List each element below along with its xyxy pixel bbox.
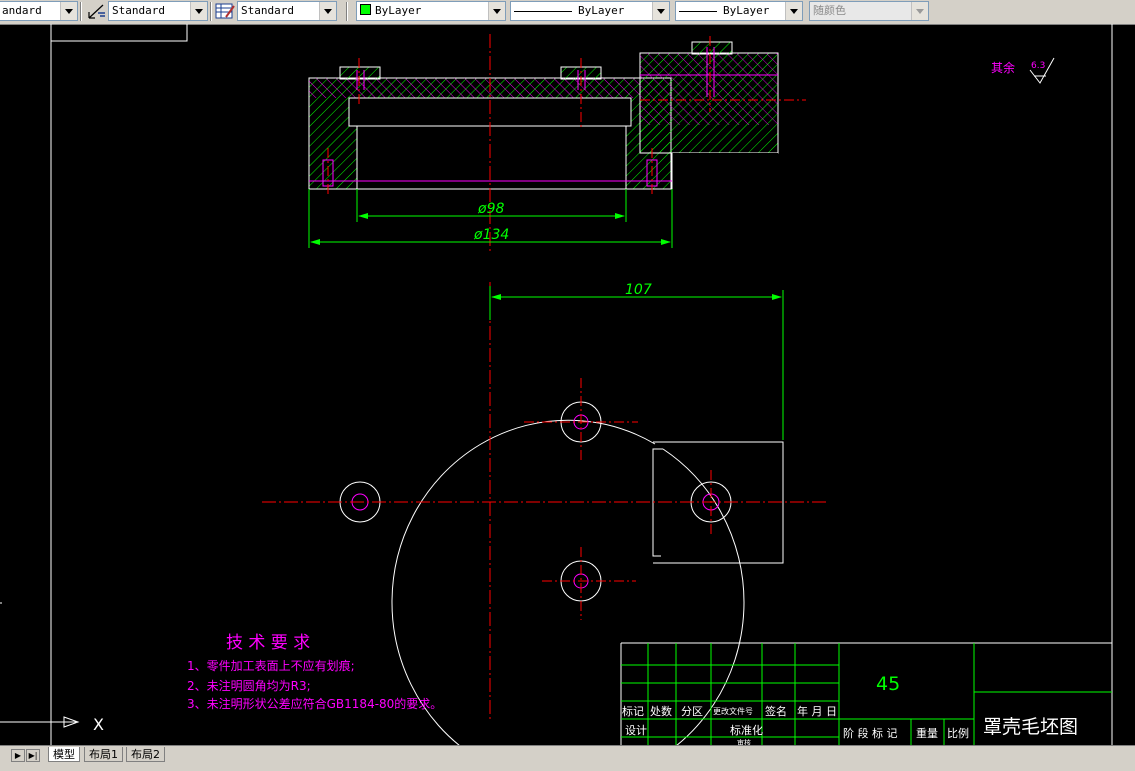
- tab-model[interactable]: 模型: [48, 747, 80, 762]
- label-mark: 标记: [622, 704, 644, 718]
- toolbar-separator: [210, 2, 212, 21]
- dim-134-text: ø134: [473, 227, 509, 243]
- lineweight-preview-icon: [679, 10, 717, 12]
- dimension-107: 107: [489, 282, 784, 440]
- dimension-style-value: Standard: [112, 4, 165, 17]
- label-check: 审核: [737, 738, 751, 745]
- label-date: 年 月 日: [797, 704, 837, 718]
- label-change-doc: 更改文件号: [713, 706, 753, 716]
- tech-req-item-3: 3、未注明形状公差应符合GB1184-80的要求。: [187, 696, 442, 711]
- tech-req-item-2: 2、未注明圆角均为R3;: [187, 678, 311, 693]
- dim-107-text: 107: [625, 282, 652, 298]
- label-scale: 比例: [947, 726, 969, 740]
- table-style-value: Standard: [241, 4, 294, 17]
- boss-right: [691, 41, 733, 55]
- chevron-down-icon[interactable]: [652, 2, 669, 20]
- label-sign: 签名: [765, 704, 787, 718]
- plot-style-dropdown: 随颜色: [809, 1, 929, 21]
- material-text: 45: [876, 673, 900, 695]
- plot-style-value: 随颜色: [813, 4, 846, 17]
- color-swatch-icon: [360, 4, 371, 15]
- section-view: [308, 34, 806, 252]
- label-design: 设计: [625, 724, 647, 737]
- toolbar-separator: [346, 2, 348, 21]
- color-dropdown[interactable]: ByLayer: [356, 1, 506, 21]
- ucs-axis-icon: [0, 716, 80, 728]
- text-style-value: andard: [2, 4, 42, 17]
- title-area-frame: [51, 24, 188, 42]
- chevron-down-icon[interactable]: [488, 2, 505, 20]
- label-stage-mark: 阶 段 标 记: [843, 726, 898, 740]
- tab-layout1[interactable]: 布局1: [84, 747, 123, 762]
- surface-roughness-note: 其余 6.3: [991, 57, 1055, 84]
- part-name-text: 罩壳毛坯图: [983, 716, 1078, 738]
- properties-toolbar: andard Standard Standard ByLayer ByLayer…: [0, 0, 1135, 25]
- chevron-down-icon[interactable]: [60, 2, 77, 20]
- dimension-style-dropdown[interactable]: Standard: [108, 1, 208, 21]
- tech-req-item-1: 1、零件加工表面上不应有划痕;: [187, 658, 355, 673]
- tab-last-icon[interactable]: ▶|: [26, 749, 40, 762]
- outline-circle: [391, 419, 745, 745]
- tab-layout2[interactable]: 布局2: [126, 747, 165, 762]
- tab-next-icon[interactable]: ▶: [11, 749, 25, 762]
- step-cutout: [672, 153, 778, 189]
- ucs-x-label: X: [93, 715, 104, 734]
- label-count: 处数: [650, 705, 672, 718]
- toolbar-separator: [80, 2, 82, 21]
- ucs-icon: X: [0, 715, 104, 734]
- plan-view: [262, 282, 826, 745]
- technical-requirements: 技 术 要 求 1、零件加工表面上不应有划痕; 2、未注明圆角均为R3; 3、未…: [187, 633, 442, 711]
- lineweight-dropdown[interactable]: ByLayer: [675, 1, 803, 21]
- chevron-down-icon[interactable]: [785, 2, 802, 20]
- table-style-dropdown[interactable]: Standard: [237, 1, 337, 21]
- linetype-value: ByLayer: [578, 4, 625, 17]
- label-standardize: 标准化: [730, 723, 763, 737]
- linetype-preview-icon: [514, 10, 572, 12]
- label-weight: 重量: [916, 726, 938, 740]
- roughness-label: 其余: [991, 60, 1015, 75]
- tech-req-title: 技 术 要 求: [226, 633, 310, 653]
- layout-tab-bar: ▶ ▶| 模型 布局1 布局2: [0, 745, 1135, 771]
- right-block-cross-hatch: [640, 53, 778, 125]
- hole-centerlines-plan: [524, 378, 712, 620]
- title-block: 标记 处数 分区 更改文件号 签名 年 月 日 设计 标准化 审核 阶 段 标 …: [620, 642, 1112, 745]
- roughness-value: 6.3: [1031, 61, 1045, 71]
- label-zone: 分区: [681, 705, 703, 718]
- table-style-icon[interactable]: [214, 1, 236, 21]
- color-value: ByLayer: [375, 4, 422, 17]
- text-style-dropdown[interactable]: andard: [0, 1, 78, 21]
- drawing-canvas[interactable]: ø98 ø134 其余 6.3 107 技 术 要 求 1、零件加工表面上不应有…: [0, 24, 1135, 745]
- dim-98-text: ø98: [477, 201, 504, 217]
- dim-107-extension: [489, 286, 784, 440]
- chevron-down-icon[interactable]: [319, 2, 336, 20]
- chevron-down-icon[interactable]: [190, 2, 207, 20]
- chevron-down-icon: [911, 2, 928, 20]
- lineweight-value: ByLayer: [723, 4, 770, 17]
- linetype-dropdown[interactable]: ByLayer: [510, 1, 670, 21]
- boss-left: [339, 66, 381, 80]
- dimension-style-icon[interactable]: [86, 1, 108, 21]
